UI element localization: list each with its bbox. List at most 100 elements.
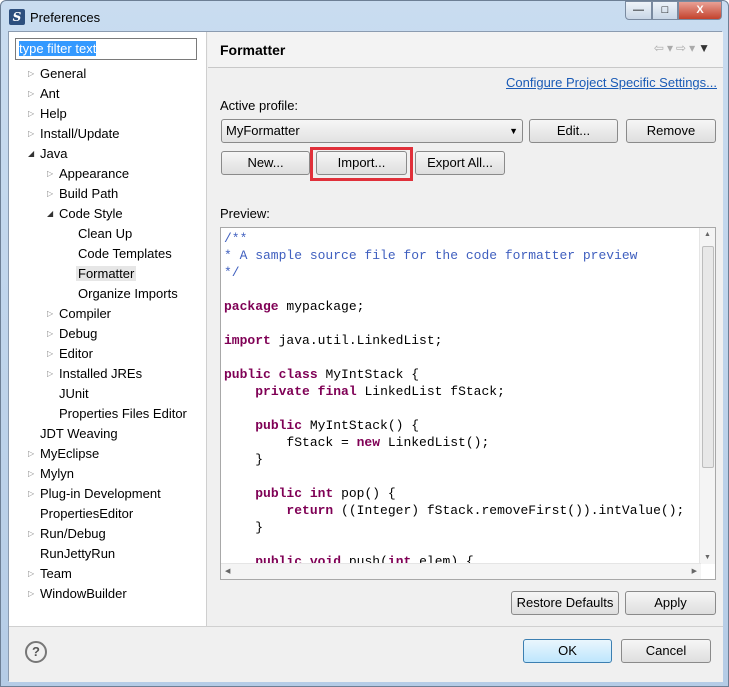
collapsed-arrow-icon[interactable]: ▷	[47, 304, 53, 323]
tree-item[interactable]: RunJettyRun	[40, 544, 115, 563]
collapsed-arrow-icon[interactable]: ▷	[28, 64, 34, 83]
tree-item[interactable]: JUnit	[59, 384, 89, 403]
code-keyword: new	[356, 435, 381, 450]
edit-button[interactable]: Edit...	[529, 119, 618, 143]
tree-item[interactable]: ▷ WindowBuilder	[28, 584, 127, 603]
code-keyword: final	[317, 384, 357, 399]
tree-item[interactable]: ▷ Installed JREs	[47, 364, 142, 383]
tree-item[interactable]: PropertiesEditor	[40, 504, 133, 523]
tree-item-label: General	[40, 66, 87, 81]
tree-item[interactable]: ▷ Install/Update	[28, 124, 120, 143]
vertical-scrollbar[interactable]: ▲ ▼	[699, 228, 715, 564]
export-all-button[interactable]: Export All...	[415, 151, 505, 175]
back-icon[interactable]: ⇦	[654, 41, 667, 55]
tree-item[interactable]: ▷ Help	[28, 104, 67, 123]
tree-item[interactable]: ▷ General	[28, 64, 87, 83]
ok-button[interactable]: OK	[523, 639, 612, 663]
tree-item[interactable]: ▷ MyEclipse	[28, 444, 100, 463]
tree-item[interactable]: ▷ Mylyn	[28, 464, 74, 483]
collapsed-arrow-icon[interactable]: ▷	[28, 84, 34, 103]
collapsed-arrow-icon[interactable]: ▷	[47, 324, 53, 343]
tree-item-label: Compiler	[59, 306, 112, 321]
horizontal-scrollbar[interactable]: ◀ ▶	[221, 563, 701, 579]
tree-item-label: Debug	[59, 326, 98, 341]
preview-label: Preview:	[220, 206, 270, 221]
tree-item-label: MyEclipse	[40, 446, 100, 461]
tree-item[interactable]: Code Templates	[78, 244, 172, 263]
tree-item[interactable]: ▷ Compiler	[47, 304, 112, 323]
tree-item[interactable]: ▷ Appearance	[47, 164, 129, 183]
code-keyword: return	[286, 503, 334, 518]
tree-item[interactable]: ◢ Java	[28, 144, 67, 163]
collapsed-arrow-icon[interactable]: ▷	[28, 564, 34, 583]
scroll-right-icon[interactable]: ▶	[692, 567, 697, 575]
help-icon[interactable]: ?	[25, 641, 47, 663]
tree-item-label: JDT Weaving	[40, 426, 118, 441]
tree-item[interactable]: Clean Up	[78, 224, 132, 243]
cancel-button[interactable]: Cancel	[621, 639, 711, 663]
collapsed-arrow-icon[interactable]: ▷	[47, 164, 53, 183]
forward-icon[interactable]: ⇨	[676, 41, 689, 55]
scrollbar-thumb[interactable]	[702, 246, 714, 468]
new-button[interactable]: New...	[221, 151, 310, 175]
tree-item-label: Clean Up	[78, 226, 133, 241]
code-line: public MyIntStack() {	[224, 417, 684, 434]
scroll-up-icon[interactable]: ▲	[704, 231, 711, 238]
minimize-button[interactable]: —	[625, 1, 652, 20]
tree-item-label: JUnit	[59, 386, 89, 401]
remove-button[interactable]: Remove	[626, 119, 716, 143]
filter-input[interactable]: type filter text	[15, 38, 197, 60]
configure-project-settings-link[interactable]: Configure Project Specific Settings...	[506, 75, 717, 90]
collapsed-arrow-icon[interactable]: ▷	[28, 124, 34, 143]
code-line: return ((Integer) fStack.removeFirst()).…	[224, 502, 684, 519]
tree-item[interactable]: ▷ Editor	[47, 344, 93, 363]
tree-item[interactable]: Formatter	[76, 264, 137, 283]
restore-defaults-button[interactable]: Restore Defaults	[511, 591, 619, 615]
tree-item[interactable]: ▷ Build Path	[47, 184, 119, 203]
collapsed-arrow-icon[interactable]: ▷	[28, 104, 34, 123]
forward-menu-icon[interactable]: ▾	[689, 41, 698, 55]
tree-item-label: Properties Files Editor	[59, 406, 187, 421]
scroll-down-icon[interactable]: ▼	[704, 554, 711, 561]
code-line: private final LinkedList fStack;	[224, 383, 684, 400]
tree-item-label: Build Path	[59, 186, 119, 201]
tree-item[interactable]: ▷ Plug-in Development	[28, 484, 161, 503]
code-comment: */	[224, 265, 240, 280]
tree-item[interactable]: ◢ Code Style	[47, 204, 123, 223]
tree-item-label: Plug-in Development	[40, 486, 161, 501]
active-profile-label: Active profile:	[220, 98, 299, 113]
collapsed-arrow-icon[interactable]: ▷	[47, 344, 53, 363]
expanded-arrow-icon[interactable]: ◢	[47, 204, 53, 223]
tree-item[interactable]: Organize Imports	[78, 284, 178, 303]
code-line: public class MyIntStack {	[224, 366, 684, 383]
preference-tree-panel: type filter text ▷ General ▷ Ant ▷ Help ▷ Insta…	[9, 32, 207, 626]
tree-item-label: Organize Imports	[78, 286, 178, 301]
collapsed-arrow-icon[interactable]: ▷	[28, 584, 34, 603]
apply-button[interactable]: Apply	[625, 591, 716, 615]
tree-item[interactable]: ▷ Team	[28, 564, 72, 583]
back-menu-icon[interactable]: ▾	[667, 41, 676, 55]
tree-item[interactable]: Properties Files Editor	[59, 404, 187, 423]
profile-select[interactable]: MyFormatter ▼	[221, 119, 523, 143]
collapsed-arrow-icon[interactable]: ▷	[28, 464, 34, 483]
collapsed-arrow-icon[interactable]: ▷	[28, 444, 34, 463]
collapsed-arrow-icon[interactable]: ▷	[28, 524, 34, 543]
collapsed-arrow-icon[interactable]: ▷	[47, 184, 53, 203]
tree-item[interactable]: ▷ Debug	[47, 324, 98, 343]
tree-item[interactable]: ▷ Run/Debug	[28, 524, 106, 543]
collapsed-arrow-icon[interactable]: ▷	[47, 364, 53, 383]
tree-item[interactable]: JDT Weaving	[40, 424, 118, 443]
view-menu-icon[interactable]: ▼	[698, 41, 713, 55]
tree-item-label: Code Templates	[78, 246, 172, 261]
import-button[interactable]: Import...	[316, 151, 407, 175]
scroll-left-icon[interactable]: ◀	[225, 567, 230, 575]
expanded-arrow-icon[interactable]: ◢	[28, 144, 34, 163]
maximize-button[interactable]: □	[652, 1, 678, 20]
tree-item[interactable]: ▷ Ant	[28, 84, 60, 103]
close-button[interactable]: X	[678, 1, 722, 20]
collapsed-arrow-icon[interactable]: ▷	[28, 484, 34, 503]
